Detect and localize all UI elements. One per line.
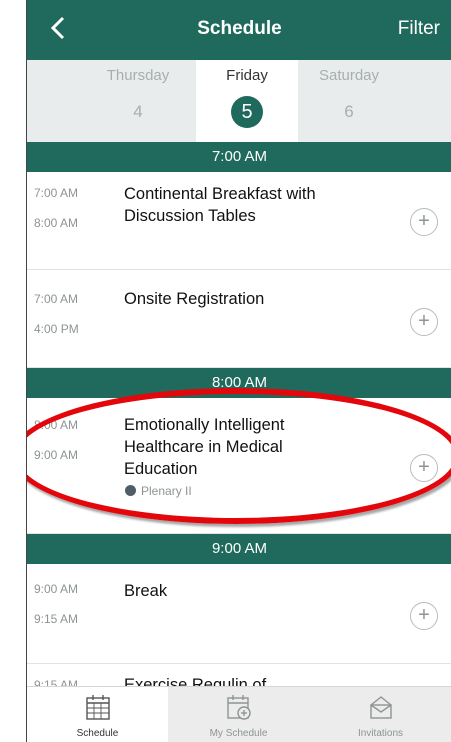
session-location: Plenary II: [125, 484, 192, 498]
bottom-tab-bar: Schedule My Schedule Invitations: [27, 686, 451, 742]
session-end-time: 8:00 AM: [34, 216, 79, 230]
page-title: Schedule: [197, 18, 282, 39]
day-name: Friday: [226, 67, 268, 84]
calendar-icon: [85, 695, 110, 720]
session-row[interactable]: 7:00 AM 4:00 PM Onsite Registration +: [27, 270, 451, 368]
day-number: 4: [133, 102, 143, 121]
tab-schedule[interactable]: Schedule: [27, 687, 168, 742]
add-session-button[interactable]: +: [410, 208, 438, 236]
session-row[interactable]: 8:00 AM 9:00 AM Emotionally Intelligent …: [27, 398, 451, 534]
session-start-time: 7:00 AM: [34, 186, 79, 200]
tab-my-schedule[interactable]: My Schedule: [168, 687, 309, 742]
session-title: Emotionally Intelligent Healthcare in Me…: [124, 416, 285, 478]
time-block-header: 9:00 AM: [27, 534, 451, 564]
session-title: Onsite Registration: [124, 290, 265, 308]
time-block-header: 8:00 AM: [27, 368, 451, 398]
envelope-icon: [369, 696, 392, 719]
session-title: Break: [124, 582, 168, 600]
day-number: 6: [344, 102, 354, 121]
day-tab-friday[interactable]: Friday 5: [196, 60, 298, 142]
session-start-time: 9:00 AM: [34, 582, 79, 596]
session-end-time: 4:00 PM: [34, 322, 79, 336]
day-name: Saturday: [318, 67, 380, 84]
session-start-time: 7:00 AM: [34, 292, 79, 306]
session-row[interactable]: 9:00 AM 9:15 AM Break +: [27, 564, 451, 664]
session-end-time: 9:00 AM: [34, 448, 79, 462]
day-name: Thursday: [106, 67, 170, 84]
add-session-button[interactable]: +: [410, 602, 438, 630]
day-tab-saturday[interactable]: Saturday 6: [298, 60, 400, 142]
add-session-button[interactable]: +: [410, 308, 438, 336]
tab-label: Invitations: [357, 728, 404, 739]
session-location-label: Plenary II: [141, 484, 192, 498]
app-screen: Schedule Filter Thursday 4 Friday 5 Satu…: [26, 0, 451, 742]
day-number: 5: [231, 96, 263, 128]
session-start-time: 8:00 AM: [34, 418, 79, 432]
day-tab-thursday[interactable]: Thursday 4: [87, 60, 189, 142]
session-row[interactable]: 7:00 AM 8:00 AM Continental Breakfast wi…: [27, 172, 451, 270]
tab-label: My Schedule: [209, 728, 268, 739]
time-block-header: 7:00 AM: [27, 142, 451, 172]
calendar-add-icon: [226, 695, 251, 720]
tab-invitations[interactable]: Invitations: [309, 687, 451, 742]
session-title: Continental Breakfast with Discussion Ta…: [124, 185, 316, 225]
session-end-time: 9:15 AM: [34, 612, 79, 626]
add-session-button[interactable]: +: [410, 454, 438, 482]
day-selector: Thursday 4 Friday 5 Saturday 6: [27, 60, 451, 142]
top-bar: Schedule Filter: [27, 0, 451, 60]
filter-button[interactable]: Filter: [398, 18, 440, 40]
tab-label: Schedule: [76, 728, 119, 739]
location-dot-icon: [125, 485, 136, 496]
